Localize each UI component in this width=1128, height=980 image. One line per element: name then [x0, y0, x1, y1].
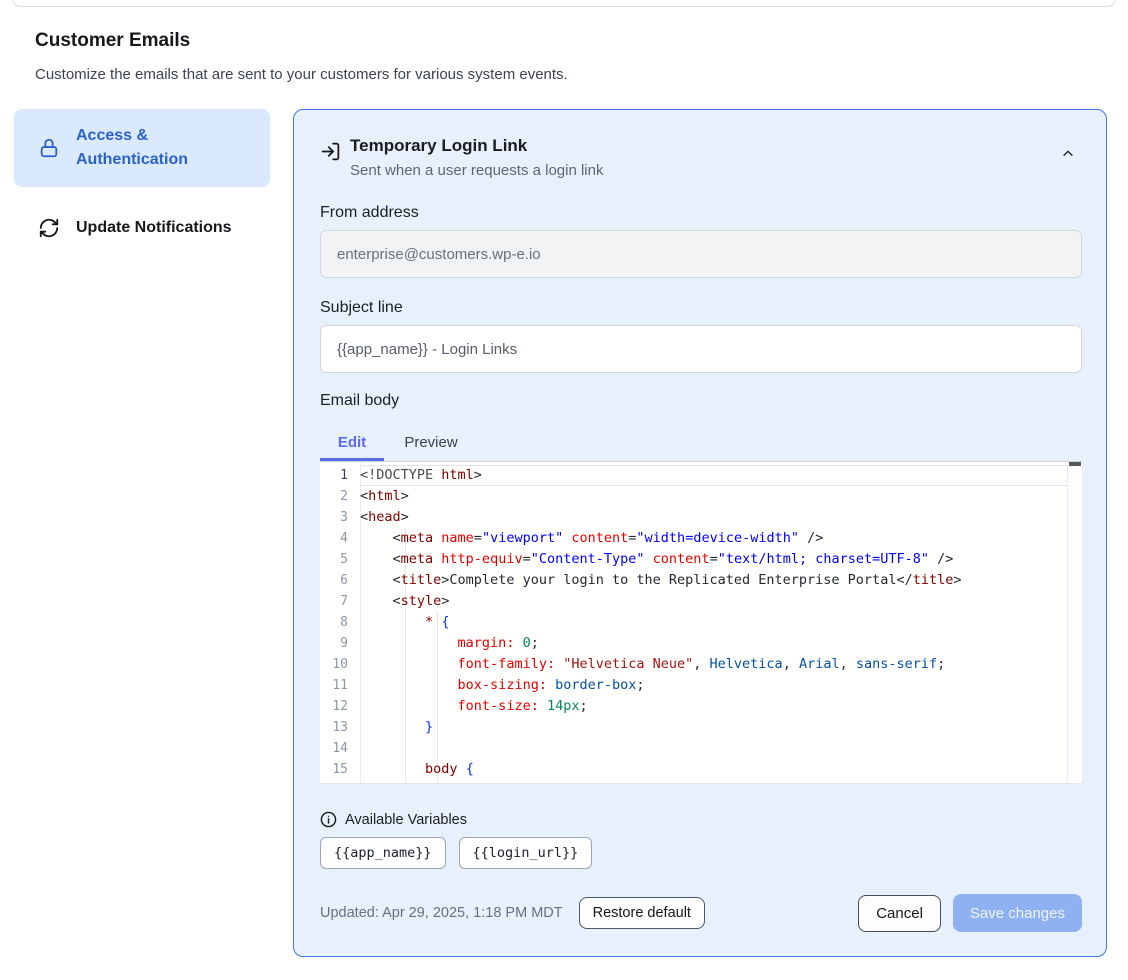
refresh-icon [38, 217, 60, 239]
code-text: <head> [360, 507, 409, 528]
from-address-input[interactable] [320, 230, 1082, 278]
code-line[interactable]: 9 margin: 0; [320, 633, 1082, 654]
line-number: 2 [320, 486, 360, 507]
panel-title: Temporary Login Link [350, 134, 1045, 158]
code-line[interactable]: 1<!DOCTYPE html> [320, 465, 1082, 486]
code-line[interactable]: 13 } [320, 717, 1082, 738]
code-line[interactable]: 14 [320, 738, 1082, 759]
previous-card-bottom-edge [11, 0, 1117, 7]
variable-chip-app-name[interactable]: {{app_name}} [320, 837, 446, 869]
line-number: 12 [320, 696, 360, 717]
code-text: } [360, 717, 433, 738]
code-text: <!DOCTYPE html> [360, 465, 482, 486]
page-title: Customer Emails [35, 30, 1128, 52]
line-number: 16 [320, 780, 360, 784]
code-line[interactable]: 12 font-size: 14px; [320, 696, 1082, 717]
code-editor-lines: 1<!DOCTYPE html>2<html>3<head>4 <meta na… [320, 462, 1082, 784]
code-text: <meta name="viewport" content="width=dev… [360, 528, 823, 549]
code-text: background-color: #f8f8f8; [360, 780, 669, 784]
code-line[interactable]: 15 body { [320, 759, 1082, 780]
code-line[interactable]: 6 <title>Complete your login to the Repl… [320, 570, 1082, 591]
page-subtitle: Customize the emails that are sent to yo… [35, 66, 1128, 83]
customer-emails-page: Customer Emails Customize the emails tha… [0, 0, 1128, 980]
line-number: 9 [320, 633, 360, 654]
code-text: <title>Complete your login to the Replic… [360, 570, 962, 591]
code-text: box-sizing: border-box; [360, 675, 645, 696]
available-variables-row: Available Variables [320, 811, 1082, 828]
sidebar-item-label: Access & Authentication [76, 124, 258, 172]
settings-sidebar: Access & Authentication Update Notificat… [14, 109, 270, 252]
lock-icon [38, 137, 60, 159]
collapse-button[interactable] [1054, 140, 1082, 168]
subject-line-input[interactable] [320, 325, 1082, 373]
line-number: 6 [320, 570, 360, 591]
code-line[interactable]: 10 font-family: "Helvetica Neue", Helvet… [320, 654, 1082, 675]
info-icon [320, 811, 337, 828]
variable-chips: {{app_name}} {{login_url}} [320, 837, 1082, 869]
line-number: 14 [320, 738, 360, 759]
panel-subtitle: Sent when a user requests a login link [350, 160, 1045, 182]
code-text: margin: 0; [360, 633, 539, 654]
code-text: body { [360, 759, 474, 780]
line-number: 3 [320, 507, 360, 528]
code-line[interactable]: 5 <meta http-equiv="Content-Type" conten… [320, 549, 1082, 570]
line-number: 7 [320, 591, 360, 612]
line-number: 15 [320, 759, 360, 780]
code-line[interactable]: 4 <meta name="viewport" content="width=d… [320, 528, 1082, 549]
panel-header: Temporary Login Link Sent when a user re… [320, 134, 1082, 182]
cancel-button[interactable]: Cancel [858, 895, 941, 932]
code-line[interactable]: 7 <style> [320, 591, 1082, 612]
email-body-tabs: Edit Preview [320, 428, 1082, 462]
login-icon [320, 141, 341, 162]
chevron-up-icon [1060, 146, 1076, 162]
code-text: <html> [360, 486, 409, 507]
save-changes-button[interactable]: Save changes [953, 894, 1082, 932]
email-body-label: Email body [320, 392, 1082, 410]
code-line[interactable]: 3<head> [320, 507, 1082, 528]
editor-scrollbar[interactable] [1067, 462, 1082, 783]
line-number: 10 [320, 654, 360, 675]
code-line[interactable]: 11 box-sizing: border-box; [320, 675, 1082, 696]
code-text: font-size: 14px; [360, 696, 588, 717]
code-text: font-family: "Helvetica Neue", Helvetica… [360, 654, 945, 675]
from-address-label: From address [320, 204, 1082, 222]
sidebar-item-update-notifications[interactable]: Update Notifications [14, 204, 270, 252]
variable-chip-login-url[interactable]: {{login_url}} [459, 837, 593, 869]
line-number: 11 [320, 675, 360, 696]
line-number: 5 [320, 549, 360, 570]
tab-preview[interactable]: Preview [384, 428, 478, 461]
updated-timestamp: Updated: Apr 29, 2025, 1:18 PM MDT [320, 905, 563, 921]
sidebar-item-label: Update Notifications [76, 216, 232, 240]
tab-edit[interactable]: Edit [320, 428, 384, 461]
restore-default-button[interactable]: Restore default [579, 897, 705, 929]
code-text: <style> [360, 591, 449, 612]
subject-line-label: Subject line [320, 299, 1082, 317]
temporary-login-link-panel: Temporary Login Link Sent when a user re… [293, 109, 1107, 957]
editor-scrollbar-thumb[interactable] [1069, 462, 1081, 466]
sidebar-item-access-authentication[interactable]: Access & Authentication [14, 109, 270, 187]
line-number: 8 [320, 612, 360, 633]
line-number: 13 [320, 717, 360, 738]
code-line[interactable]: 2<html> [320, 486, 1082, 507]
line-number: 4 [320, 528, 360, 549]
code-line[interactable]: 16 background-color: #f8f8f8; [320, 780, 1082, 784]
line-number: 1 [320, 465, 360, 486]
code-editor[interactable]: 1<!DOCTYPE html>2<html>3<head>4 <meta na… [320, 462, 1082, 784]
available-variables-label: Available Variables [345, 812, 467, 828]
code-text: <meta http-equiv="Content-Type" content=… [360, 549, 953, 570]
code-text: * { [360, 612, 449, 633]
panel-footer: Updated: Apr 29, 2025, 1:18 PM MDT Resto… [320, 894, 1082, 932]
code-line[interactable]: 8 * { [320, 612, 1082, 633]
